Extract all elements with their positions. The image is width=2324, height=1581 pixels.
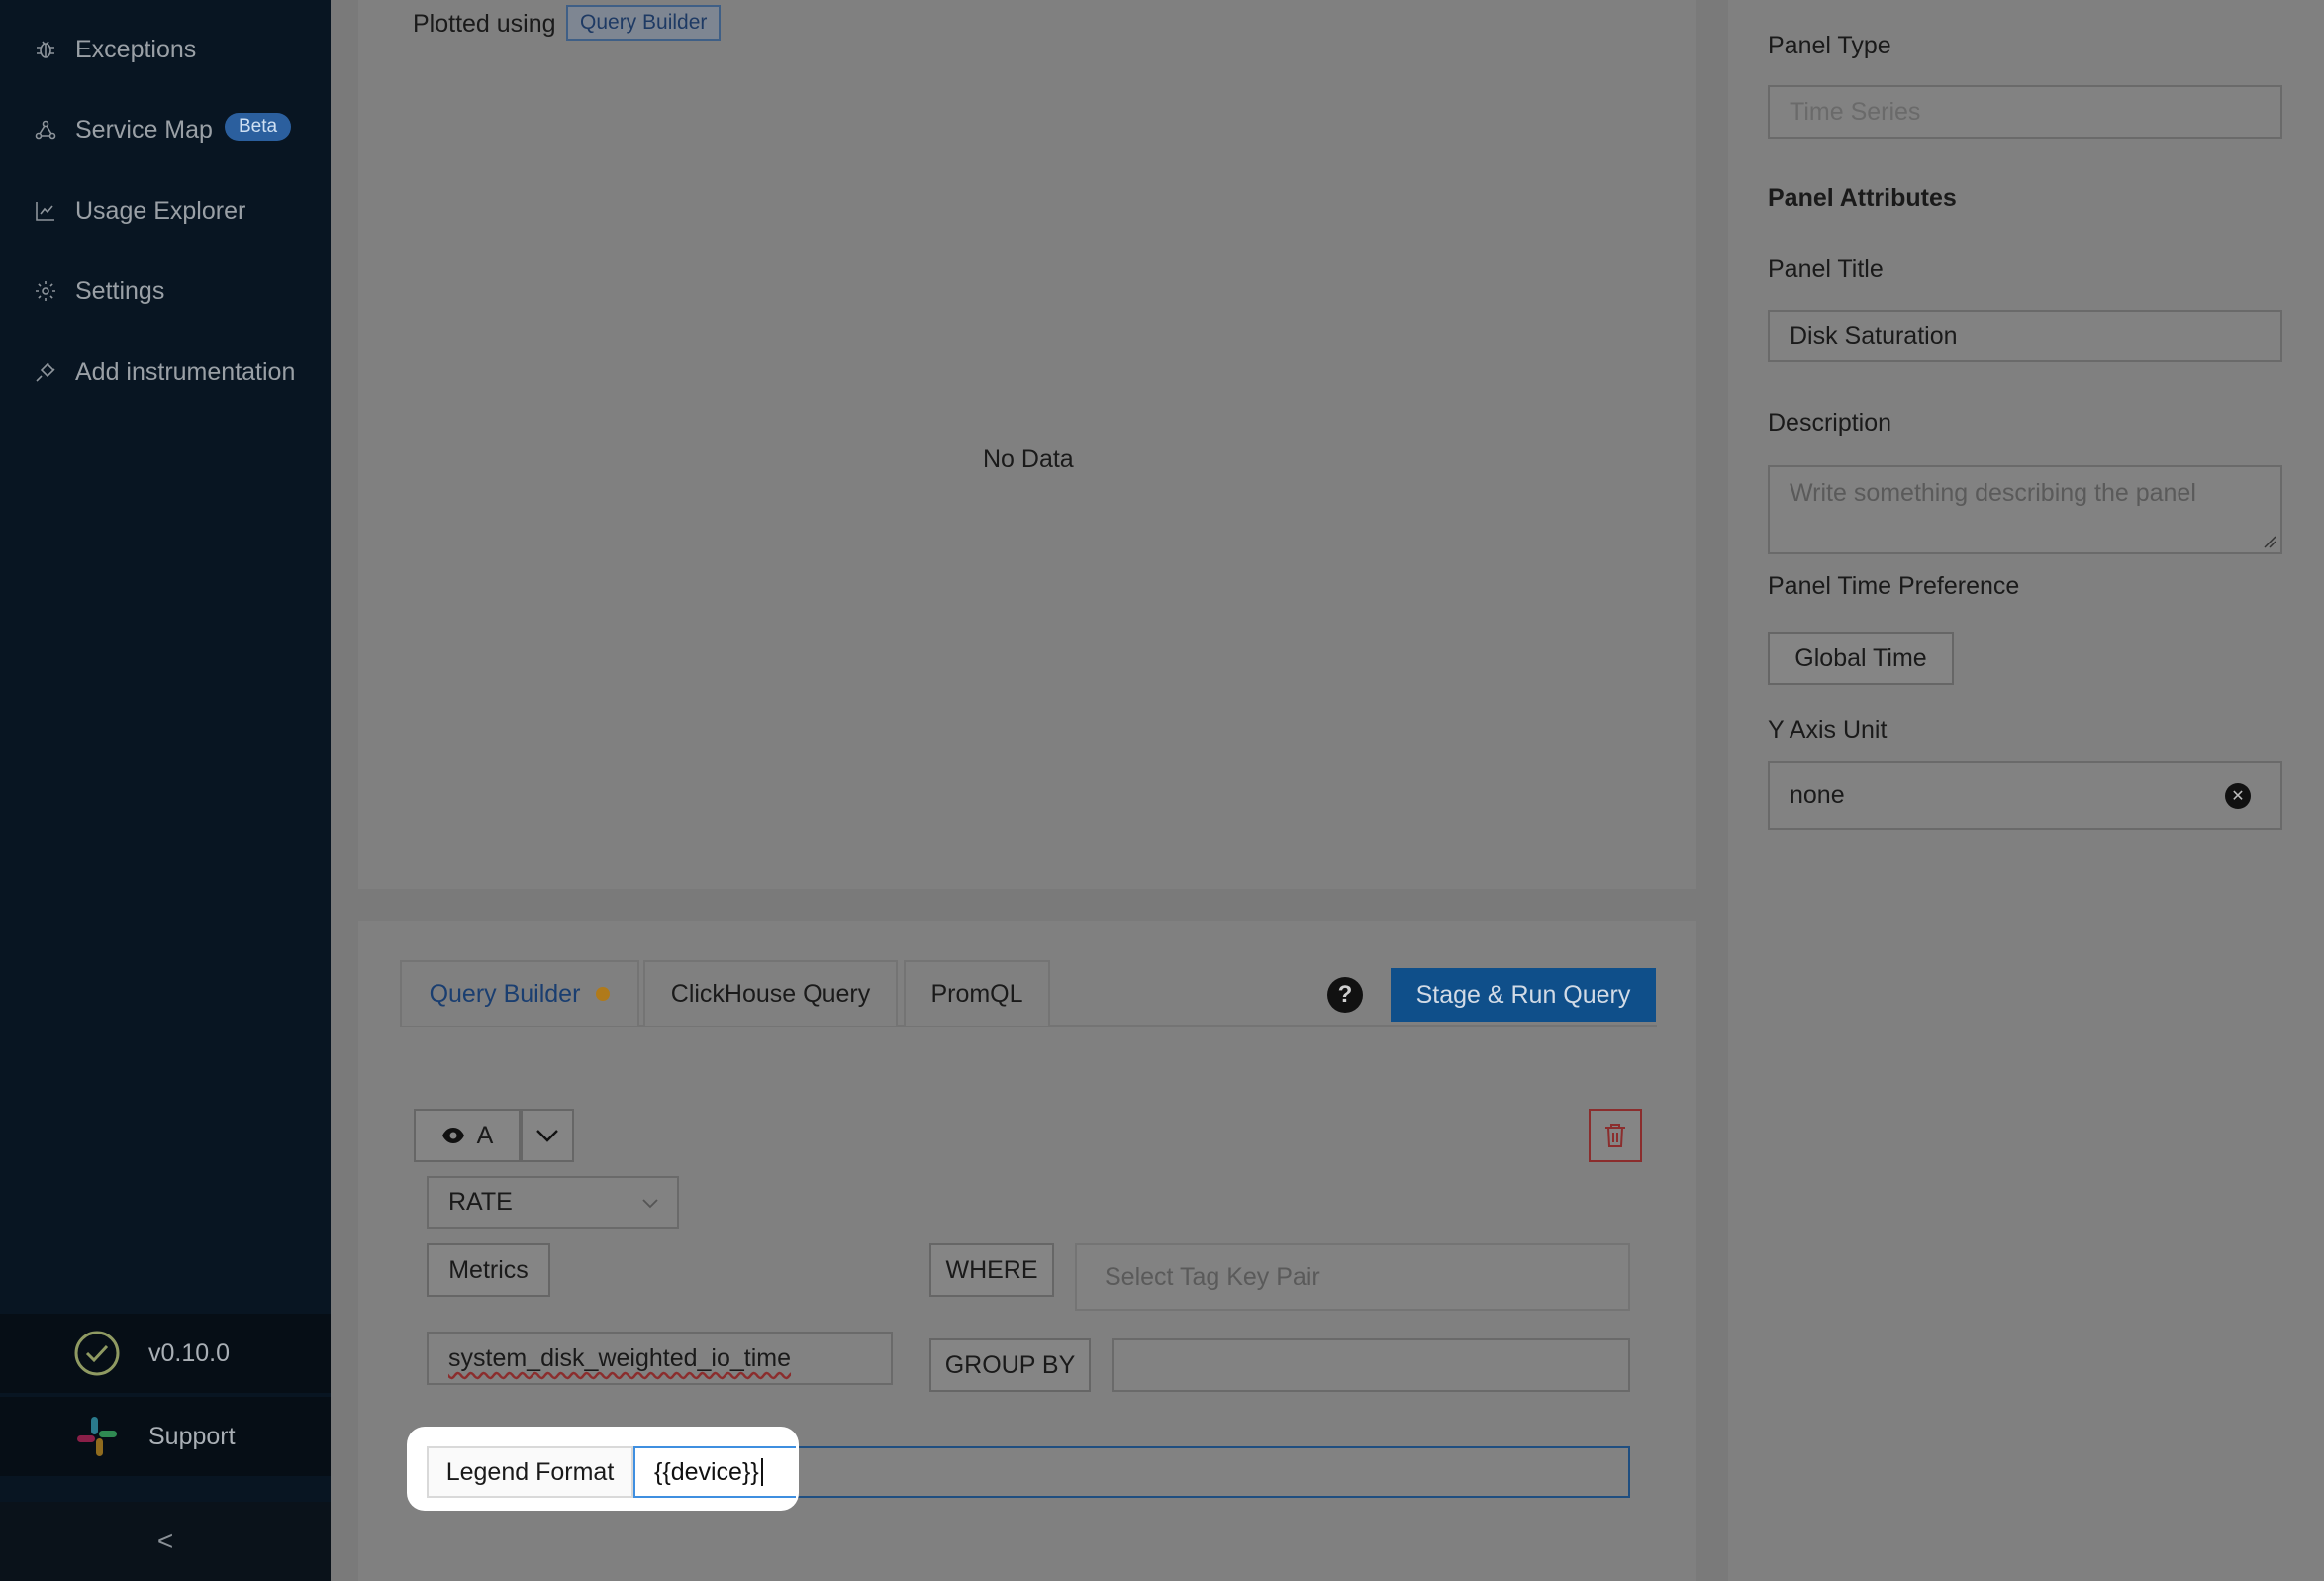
help-icon[interactable]: ?	[1327, 977, 1363, 1013]
no-data-text: No Data	[983, 445, 1074, 473]
collapse-sidebar-button[interactable]: <	[0, 1502, 331, 1581]
gear-icon	[36, 281, 55, 301]
y-axis-unit-select[interactable]: none ✕	[1768, 761, 2282, 830]
group-by-label: GROUP BY	[929, 1338, 1091, 1392]
tab-label: PromQL	[930, 979, 1023, 1008]
trash-icon	[1605, 1124, 1625, 1147]
tag-key-pair-select[interactable]: Select Tag Key Pair	[1075, 1243, 1630, 1311]
tab-promql[interactable]: PromQL	[904, 960, 1050, 1026]
sidebar-item-label: Service Map	[75, 115, 213, 144]
tab-label: ClickHouse Query	[670, 979, 871, 1008]
panel-attributes-heading: Panel Attributes	[1768, 184, 1957, 212]
support-label: Support	[148, 1422, 236, 1450]
panel-title-label: Panel Title	[1768, 255, 1884, 283]
legend-format-input[interactable]: {{device}}	[633, 1446, 796, 1498]
sidebar-item-label: Usage Explorer	[75, 196, 246, 225]
sidebar-item-add-instrumentation[interactable]: Add instrumentation	[0, 343, 331, 402]
metrics-label: Metrics	[427, 1243, 550, 1297]
group-by-input[interactable]	[1112, 1338, 1630, 1392]
eye-icon	[441, 1128, 464, 1143]
where-label: WHERE	[929, 1243, 1054, 1297]
sidebar-item-label: Add instrumentation	[75, 357, 296, 386]
sidebar-item-usage-explorer[interactable]: Usage Explorer	[0, 181, 331, 241]
panel-type-value: Time Series	[1790, 97, 1921, 126]
plotted-using-label: Plotted using	[413, 10, 556, 38]
chevron-left-icon: <	[156, 1526, 174, 1556]
panel-type-label: Panel Type	[1768, 32, 1891, 59]
legend-format-label: Legend Format	[427, 1446, 633, 1498]
sidebar-item-label: Settings	[75, 276, 165, 305]
query-name: A	[476, 1121, 494, 1149]
chevron-down-icon	[642, 1198, 658, 1208]
description-placeholder: Write something describing the panel	[1790, 479, 2196, 507]
support-block[interactable]: Support	[0, 1397, 331, 1476]
clear-icon[interactable]: ✕	[2225, 783, 2251, 809]
tab-query-builder[interactable]: Query Builder	[400, 960, 639, 1026]
tab-clickhouse-query[interactable]: ClickHouse Query	[643, 960, 898, 1026]
text-caret	[760, 1458, 763, 1486]
sidebar-item-label: Exceptions	[75, 35, 197, 63]
description-textarea[interactable]: Write something describing the panel	[1768, 465, 2282, 554]
slack-icon	[77, 1417, 117, 1456]
time-preference-label: Panel Time Preference	[1768, 572, 2020, 600]
metric-name-value: system_disk_weighted_io_time	[448, 1343, 792, 1372]
aggregate-value: RATE	[448, 1188, 513, 1216]
version-block[interactable]: v0.10.0	[0, 1314, 331, 1393]
resize-handle-icon	[2264, 536, 2276, 548]
line-chart-icon	[36, 202, 54, 221]
chart-panel	[358, 0, 1696, 889]
aggregate-select[interactable]: RATE	[427, 1176, 679, 1229]
check-circle-icon	[74, 1331, 120, 1376]
query-visibility-toggle[interactable]: A	[414, 1109, 521, 1162]
panel-title-value: Disk Saturation	[1790, 322, 1958, 349]
legend-format-value: {{device}}	[654, 1457, 759, 1486]
metric-name-input[interactable]: system_disk_weighted_io_time	[427, 1332, 893, 1385]
service-map-icon	[35, 120, 56, 140]
plug-icon	[36, 362, 55, 382]
chevron-down-icon	[536, 1130, 558, 1142]
tag-placeholder: Select Tag Key Pair	[1105, 1262, 1320, 1291]
time-preference-button[interactable]: Global Time	[1768, 632, 1954, 685]
time-preference-value: Global Time	[1794, 643, 1927, 672]
y-axis-unit-value: none	[1790, 781, 1845, 809]
panel-title-input[interactable]: Disk Saturation	[1768, 310, 2282, 362]
y-axis-unit-label: Y Axis Unit	[1768, 716, 1888, 743]
sidebar-item-exceptions[interactable]: Exceptions	[0, 20, 331, 79]
query-collapse-button[interactable]	[521, 1109, 574, 1162]
panel-type-select[interactable]: Time Series	[1768, 85, 2282, 139]
plotted-using-tag: Query Builder	[566, 5, 722, 41]
version-label: v0.10.0	[148, 1338, 231, 1367]
tab-label: Query Builder	[429, 979, 581, 1008]
delete-query-button[interactable]	[1589, 1109, 1642, 1162]
sidebar-item-settings[interactable]: Settings	[0, 261, 331, 321]
sidebar: Exceptions Service Map Beta Usage Explor…	[0, 0, 331, 1581]
description-label: Description	[1768, 409, 1892, 437]
beta-badge: Beta	[225, 113, 292, 141]
stage-run-query-button[interactable]: Stage & Run Query	[1391, 968, 1656, 1022]
status-dot	[596, 987, 611, 1001]
sidebar-item-service-map[interactable]: Service Map Beta	[0, 100, 331, 159]
bug-icon	[37, 41, 54, 58]
